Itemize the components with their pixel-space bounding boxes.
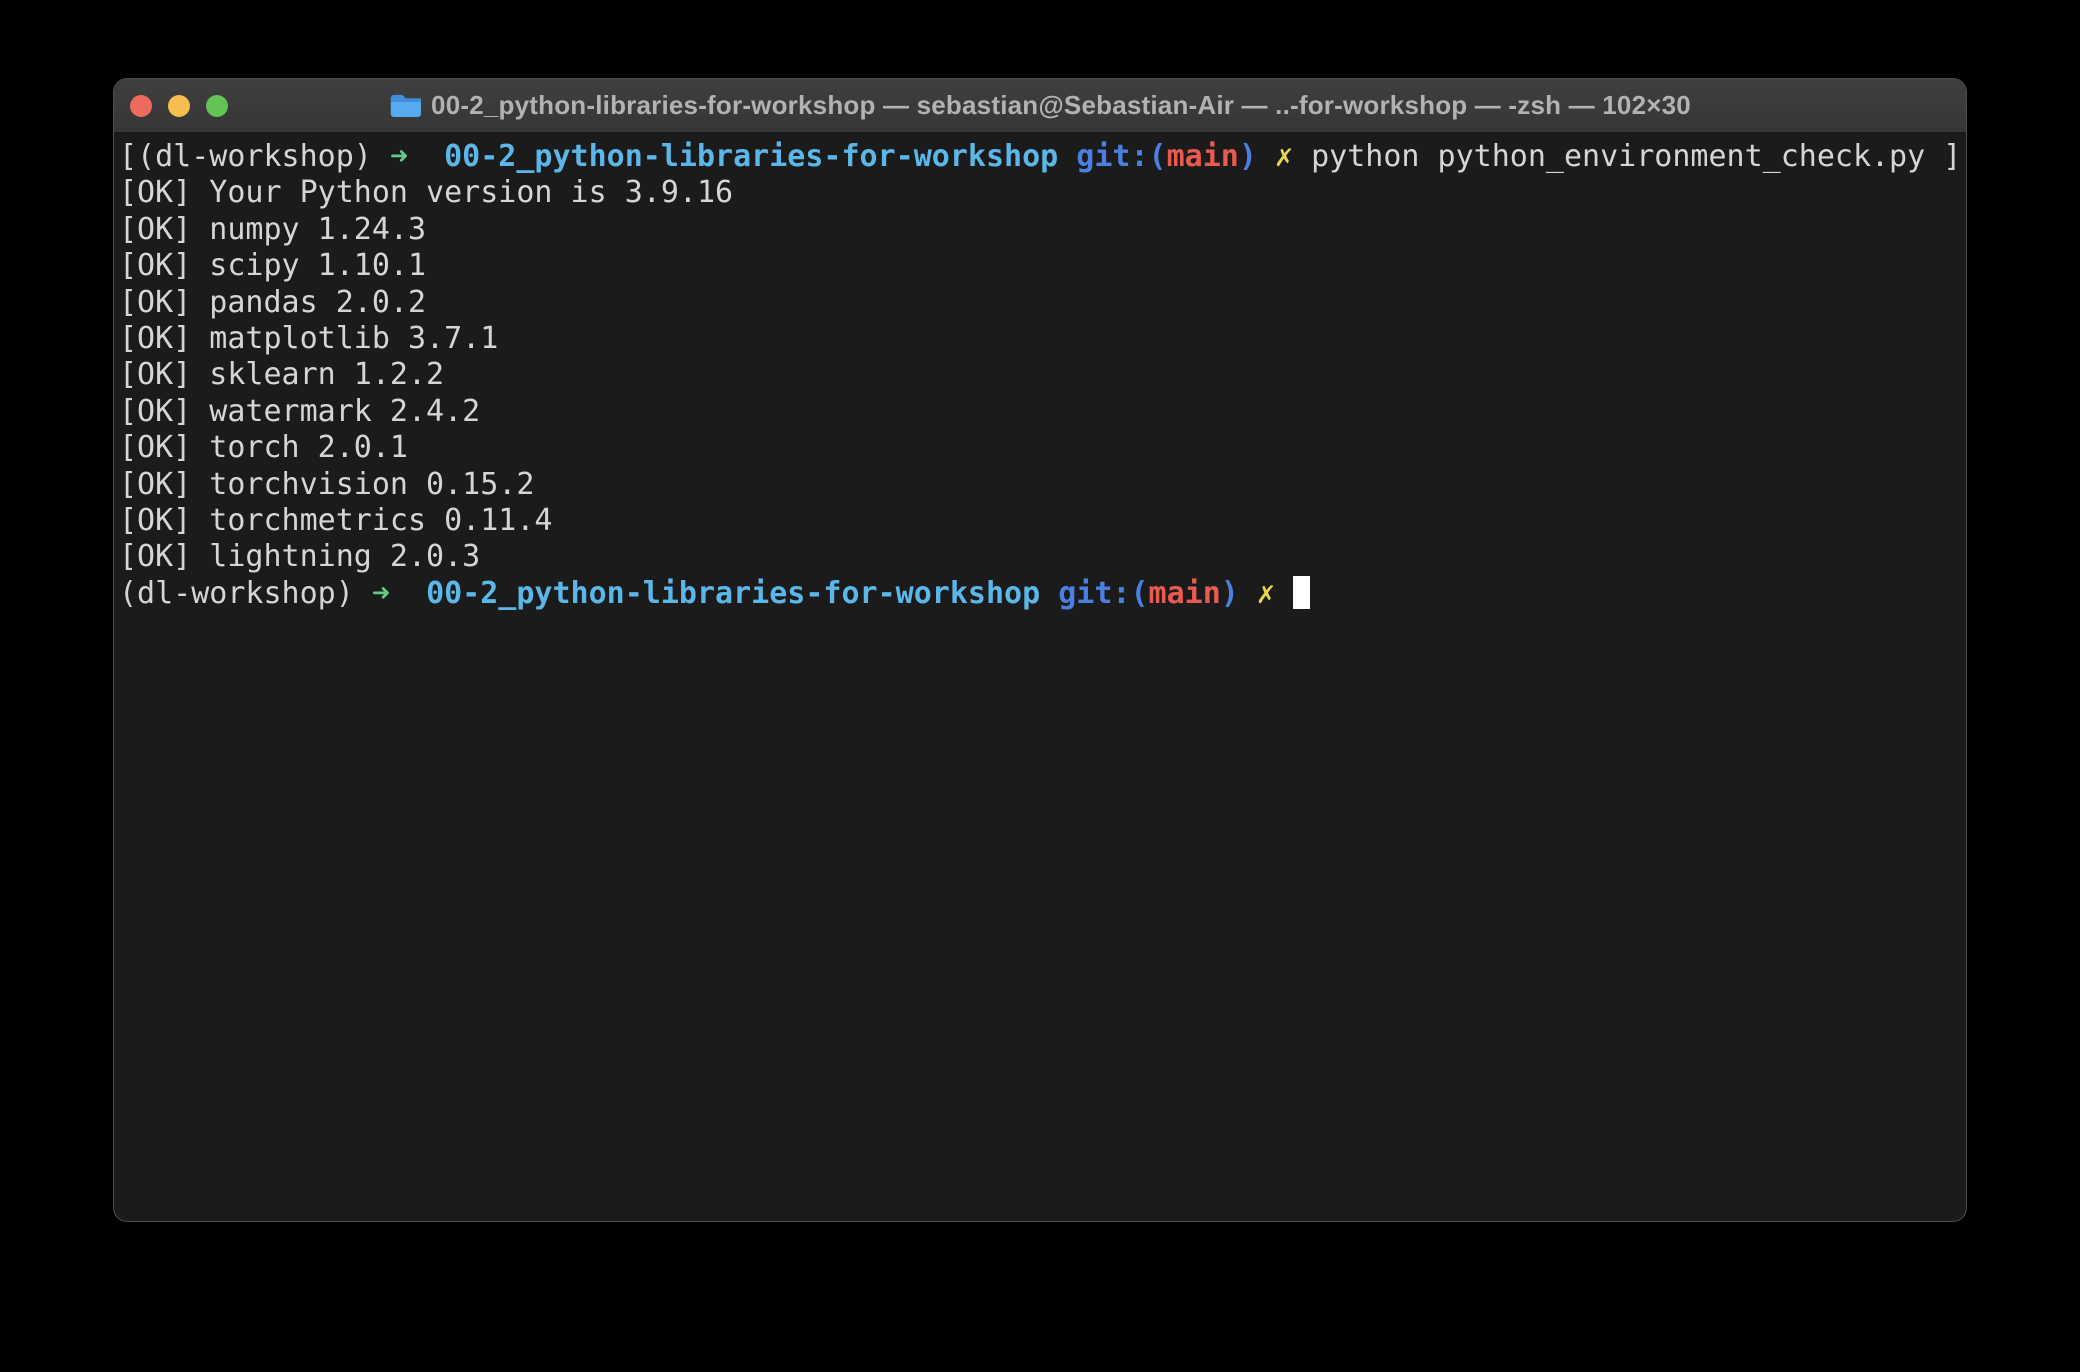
terminal-text-segment: [OK] sklearn 1.2.2 xyxy=(119,357,444,392)
terminal-text-segment: [OK] pandas 2.0.2 xyxy=(119,285,426,320)
terminal-line: [OK] torch 2.0.1 xyxy=(119,430,1962,466)
terminal-text-segment xyxy=(1058,139,1076,174)
terminal-line: [OK] watermark 2.4.2 xyxy=(119,394,1962,430)
terminal-text-segment: ➜ xyxy=(390,139,408,174)
terminal-text-segment: [OK] lightning 2.0.3 xyxy=(119,539,480,574)
terminal-text-segment: [OK] torch 2.0.1 xyxy=(119,430,408,465)
terminal-text-segment: ✗ xyxy=(1257,576,1275,611)
terminal-text-segment: ] xyxy=(1943,139,1961,174)
terminal-text-segment xyxy=(1275,576,1293,611)
terminal-line: [OK] pandas 2.0.2 xyxy=(119,285,1962,321)
window-title: 00-2_python-libraries-for-workshop — seb… xyxy=(431,90,1691,121)
terminal-text-segment: python python_environment_check.py xyxy=(1293,139,1943,174)
terminal-text-segment xyxy=(1239,576,1257,611)
terminal-text-segment: main xyxy=(1149,576,1221,611)
terminal-text-segment: [OK] scipy 1.10.1 xyxy=(119,248,426,283)
titlebar[interactable]: 00-2_python-libraries-for-workshop — seb… xyxy=(114,79,1966,133)
terminal-line: [OK] torchvision 0.15.2 xyxy=(119,467,1962,503)
terminal-text-segment: [OK] matplotlib 3.7.1 xyxy=(119,321,498,356)
terminal-text-segment: ➜ xyxy=(372,576,390,611)
terminal-text-segment xyxy=(390,576,426,611)
terminal-line: [OK] Your Python version is 3.9.16 xyxy=(119,175,1962,211)
close-button[interactable] xyxy=(130,95,152,117)
terminal-line: (dl-workshop) ➜ 00-2_python-libraries-fo… xyxy=(119,576,1962,612)
terminal-cursor xyxy=(1293,576,1310,609)
terminal-text-segment: ✗ xyxy=(1275,139,1293,174)
terminal-text-segment: 00-2_python-libraries-for-workshop xyxy=(444,139,1058,174)
terminal-line: [OK] scipy 1.10.1 xyxy=(119,248,1962,284)
terminal-line: [OK] sklearn 1.2.2 xyxy=(119,357,1962,393)
terminal-text-segment: git:( xyxy=(1076,139,1166,174)
title-area: 00-2_python-libraries-for-workshop — seb… xyxy=(389,90,1691,121)
terminal-text-segment: ) xyxy=(1221,576,1239,611)
terminal-body[interactable]: [(dl-workshop) ➜ 00-2_python-libraries-f… xyxy=(114,133,1966,612)
minimize-button[interactable] xyxy=(168,95,190,117)
terminal-line: [OK] matplotlib 3.7.1 xyxy=(119,321,1962,357)
terminal-text-segment: [(dl-workshop) xyxy=(119,139,390,174)
terminal-text-segment xyxy=(1040,576,1058,611)
zoom-button[interactable] xyxy=(206,95,228,117)
terminal-text-segment: 00-2_python-libraries-for-workshop xyxy=(426,576,1040,611)
terminal-text-segment: [OK] watermark 2.4.2 xyxy=(119,394,480,429)
terminal-line: [OK] torchmetrics 0.11.4 xyxy=(119,503,1962,539)
terminal-text-segment: [OK] torchvision 0.15.2 xyxy=(119,467,534,502)
terminal-text-segment: [OK] Your Python version is 3.9.16 xyxy=(119,175,733,210)
terminal-line: [(dl-workshop) ➜ 00-2_python-libraries-f… xyxy=(119,139,1962,175)
terminal-window: 00-2_python-libraries-for-workshop — seb… xyxy=(113,78,1967,1222)
terminal-text-segment: [OK] numpy 1.24.3 xyxy=(119,212,426,247)
terminal-text-segment: ) xyxy=(1239,139,1257,174)
terminal-line: [OK] numpy 1.24.3 xyxy=(119,212,1962,248)
window-controls xyxy=(130,79,228,133)
terminal-line: [OK] lightning 2.0.3 xyxy=(119,539,1962,575)
terminal-text-segment: main xyxy=(1167,139,1239,174)
terminal-text-segment: git:( xyxy=(1058,576,1148,611)
terminal-text-segment xyxy=(1257,139,1275,174)
terminal-text-segment xyxy=(408,139,444,174)
terminal-text-segment: [OK] torchmetrics 0.11.4 xyxy=(119,503,552,538)
folder-icon[interactable] xyxy=(389,92,421,119)
terminal-text-segment: (dl-workshop) xyxy=(119,576,372,611)
